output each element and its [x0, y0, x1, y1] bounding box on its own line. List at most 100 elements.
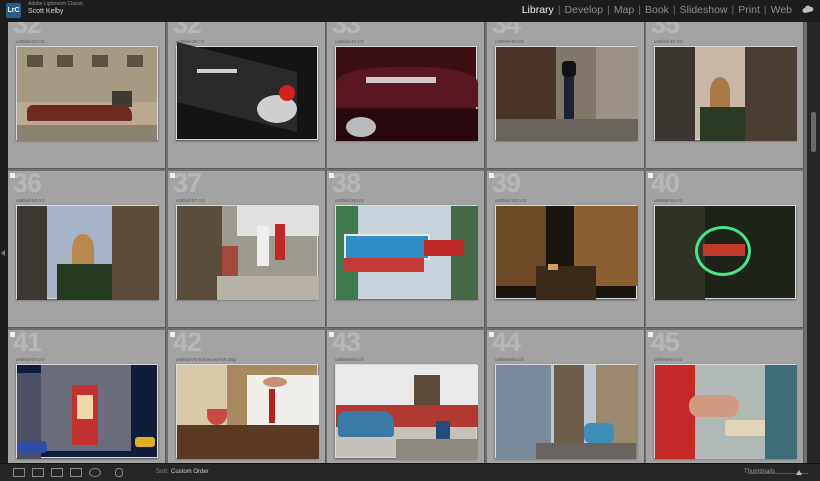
photo-thumbnail[interactable]: [495, 205, 638, 300]
photo-thumbnail[interactable]: [176, 205, 319, 300]
photo-thumbnail[interactable]: [654, 364, 797, 459]
thumbnail-shape: [127, 55, 143, 67]
lightroom-logo: LrC: [6, 3, 21, 18]
thumbnail-shape: [257, 226, 269, 266]
cell-index: 36: [13, 171, 42, 198]
grid-cell[interactable]: 45 untitled-54.cr3: [646, 330, 804, 463]
thumbnail-shape: [338, 411, 394, 437]
module-picker: Library | Develop | Map | Book | Slideshow | Print…: [522, 4, 792, 16]
top-bar: LrC Adobe Lightroom Classic Scott Kelby …: [0, 0, 820, 22]
grid-cell[interactable]: 38 untitled-25.cr3: [327, 171, 485, 328]
photo-thumbnail[interactable]: [16, 205, 159, 300]
thumbnail-shape: [336, 67, 478, 107]
grid-cell[interactable]: 32 untitled-39.cr3: [168, 22, 326, 169]
thumbnail-size-knob[interactable]: [796, 470, 802, 475]
cell-index: 44: [492, 330, 521, 357]
cell-filename: untitled-36.cr3: [654, 198, 683, 203]
thumbnail-shape: [562, 61, 576, 77]
thumbnail-shape: [57, 264, 112, 300]
cloud-icon[interactable]: [802, 5, 814, 15]
thumbnail-shape: [263, 377, 287, 387]
grid-cell[interactable]: 34 untitled-46.cr3: [487, 22, 645, 169]
photo-thumbnail[interactable]: [335, 46, 478, 141]
thumbnail-shape: [496, 119, 638, 141]
user-name[interactable]: Scott Kelby: [28, 8, 63, 15]
sort-label: Sort:: [156, 469, 169, 475]
grid-view: 32 untitled-37.cr3 32 untitled-39.cr3 33 un…: [8, 22, 807, 463]
thumbnail-shape: [27, 55, 43, 67]
thumbnail-shape: [596, 47, 638, 119]
thumbnail-shape: [564, 77, 574, 119]
grid-cell[interactable]: 37 untitled-57.cr3: [168, 171, 326, 328]
photo-thumbnail[interactable]: [335, 364, 478, 459]
thumbnail-shape: [745, 47, 797, 141]
cell-index: 42: [173, 330, 202, 357]
thumbnail-shape: [396, 439, 478, 459]
thumbnail-shape: [17, 441, 47, 453]
thumbnail-shape: [57, 55, 73, 67]
photo-thumbnail[interactable]: [495, 364, 638, 459]
grid-cell[interactable]: 43 untitled-84.cr3: [327, 330, 485, 463]
thumbnail-shape: [27, 105, 132, 121]
photo-thumbnail[interactable]: [16, 364, 158, 459]
cell-index: 43: [332, 330, 361, 357]
people-view-icon[interactable]: [89, 468, 101, 477]
grid-cell[interactable]: 42 untitled-75-Enhanced-NR.dng: [168, 330, 326, 463]
survey-view-icon[interactable]: [70, 468, 82, 477]
thumbnail-shape: [710, 77, 730, 107]
grid-view-icon[interactable]: [13, 468, 25, 477]
grid-cell[interactable]: 39 untitled-163.cr3: [487, 171, 645, 328]
thumbnail-shape: [17, 125, 157, 141]
grid-cell[interactable]: 44 untitled-95.cr3: [487, 330, 645, 463]
thumbnail-shape: [366, 77, 436, 83]
sort-order-select[interactable]: Custom Order: [171, 469, 209, 475]
cell-index: 39: [492, 171, 521, 198]
cell-filename: untitled-75-Enhanced-NR.dng: [176, 357, 236, 362]
left-arrow-icon: [1, 250, 5, 256]
photo-thumbnail[interactable]: [16, 46, 158, 141]
module-develop[interactable]: Develop: [565, 4, 604, 16]
scrollbar-thumb[interactable]: [811, 112, 816, 152]
thumbnail-shape: [135, 437, 155, 447]
photo-thumbnail[interactable]: [654, 205, 796, 300]
module-map[interactable]: Map: [614, 4, 634, 16]
module-book[interactable]: Book: [645, 4, 669, 16]
cell-filename: untitled-44.cr3: [335, 39, 364, 44]
loupe-view-icon[interactable]: [32, 468, 44, 477]
thumbnail-shape: [424, 240, 464, 256]
photo-thumbnail[interactable]: [176, 42, 318, 140]
thumbnail-shape: [655, 365, 695, 459]
cell-index: 32: [13, 22, 42, 39]
thumbnail-shape: [17, 206, 47, 300]
grid-cell[interactable]: 36 untitled-52.cr3: [8, 171, 166, 328]
cell-index: 34: [492, 22, 521, 39]
thumbnail-shape: [279, 85, 295, 101]
grid-cell[interactable]: 40 untitled-36.cr3: [646, 171, 804, 328]
thumbnail-shape: [700, 107, 745, 141]
grid-cell[interactable]: 32 untitled-37.cr3: [8, 22, 166, 169]
grid-scrollbar[interactable]: [807, 22, 820, 463]
photo-thumbnail[interactable]: [176, 364, 319, 459]
module-slideshow[interactable]: Slideshow: [680, 4, 728, 16]
photo-thumbnail[interactable]: [335, 205, 478, 300]
cell-filename: untitled-163.cr3: [495, 198, 527, 203]
cell-index: 32: [173, 22, 202, 39]
thumbnail-shape: [77, 395, 93, 419]
module-print[interactable]: Print: [738, 4, 760, 16]
cell-filename: untitled-37.cr3: [16, 39, 45, 44]
module-web[interactable]: Web: [771, 4, 792, 16]
module-library[interactable]: Library: [522, 4, 554, 16]
cell-index: 45: [651, 330, 680, 357]
grid-cell[interactable]: 33 untitled-44.cr3: [327, 22, 485, 169]
cell-filename: untitled-84.cr3: [335, 357, 364, 362]
compare-view-icon[interactable]: [51, 468, 63, 477]
left-panel-toggle[interactable]: [0, 22, 8, 463]
thumbnail-shape: [197, 69, 237, 73]
thumbnail-shape: [344, 234, 430, 260]
photo-thumbnail[interactable]: [495, 46, 638, 141]
grid-cell[interactable]: 35 untitled-45.cr3: [646, 22, 804, 169]
painter-icon[interactable]: [115, 468, 123, 477]
photo-thumbnail[interactable]: [654, 46, 797, 141]
grid-cell[interactable]: 41 untitled-37.cr3: [8, 330, 166, 463]
thumbnail-shape: [344, 258, 424, 272]
